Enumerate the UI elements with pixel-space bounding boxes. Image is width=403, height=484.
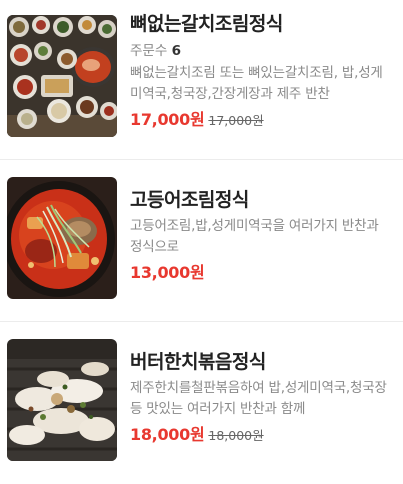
price-row: 18,000원 18,000원 — [130, 424, 396, 447]
sale-price: 13,000원 — [130, 263, 205, 282]
order-count: 주문수 6 — [130, 40, 396, 62]
squid-stirfry-photo — [7, 339, 117, 461]
item-description: 뼈없는갈치조림 또는 뼈있는갈치조림, 밥,성게미역국,청국장,간장게장과 제주… — [130, 65, 383, 102]
sale-price: 18,000원 — [130, 425, 205, 444]
original-price: 18,000원 — [208, 428, 264, 443]
item-info: 고등어조림정식 고등어조림,밥,성게미역국을 여러가지 반찬과 정식으로 13,… — [130, 172, 396, 284]
item-description: 제주한치를철판볶음하여 밥,성게미역국,청국장 등 맛있는 여러가지 반찬과 함… — [130, 380, 387, 417]
menu-item-mackerel-jorim[interactable]: 고등어조림정식 고등어조림,밥,성게미역국을 여러가지 반찬과 정식으로 13,… — [0, 162, 403, 322]
divider — [0, 159, 403, 160]
item-name: 뼈없는갈치조림정식 — [130, 13, 283, 35]
order-count-label: 주문수 — [130, 43, 168, 59]
galchi-jorim-set-photo — [7, 15, 117, 137]
menu-list: 뼈없는갈치조림정식 주문수 6 뼈없는갈치조림 또는 뼈있는갈치조림, 밥,성게… — [0, 0, 403, 470]
item-info: 버터한치볶음정식 제주한치를철판볶음하여 밥,성게미역국,청국장 등 맛있는 여… — [130, 334, 396, 447]
original-price: 17,000원 — [208, 113, 264, 128]
menu-item-butter-squid[interactable]: 버터한치볶음정식 제주한치를철판볶음하여 밥,성게미역국,청국장 등 맛있는 여… — [0, 324, 403, 484]
item-name: 버터한치볶음정식 — [130, 351, 266, 373]
price-row: 17,000원 17,000원 — [130, 109, 396, 132]
sale-price: 17,000원 — [130, 110, 205, 129]
item-info: 뼈없는갈치조림정식 주문수 6 뼈없는갈치조림 또는 뼈있는갈치조림, 밥,성게… — [130, 10, 396, 132]
order-count-value: 6 — [171, 43, 181, 59]
mackerel-braise-photo — [7, 177, 117, 299]
item-description: 고등어조림,밥,성게미역국을 여러가지 반찬과 정식으로 — [130, 218, 379, 255]
item-name: 고등어조림정식 — [130, 189, 249, 211]
price-row: 13,000원 — [130, 262, 396, 284]
menu-item-galchi-jorim[interactable]: 뼈없는갈치조림정식 주문수 6 뼈없는갈치조림 또는 뼈있는갈치조림, 밥,성게… — [0, 0, 403, 160]
divider — [0, 321, 403, 322]
